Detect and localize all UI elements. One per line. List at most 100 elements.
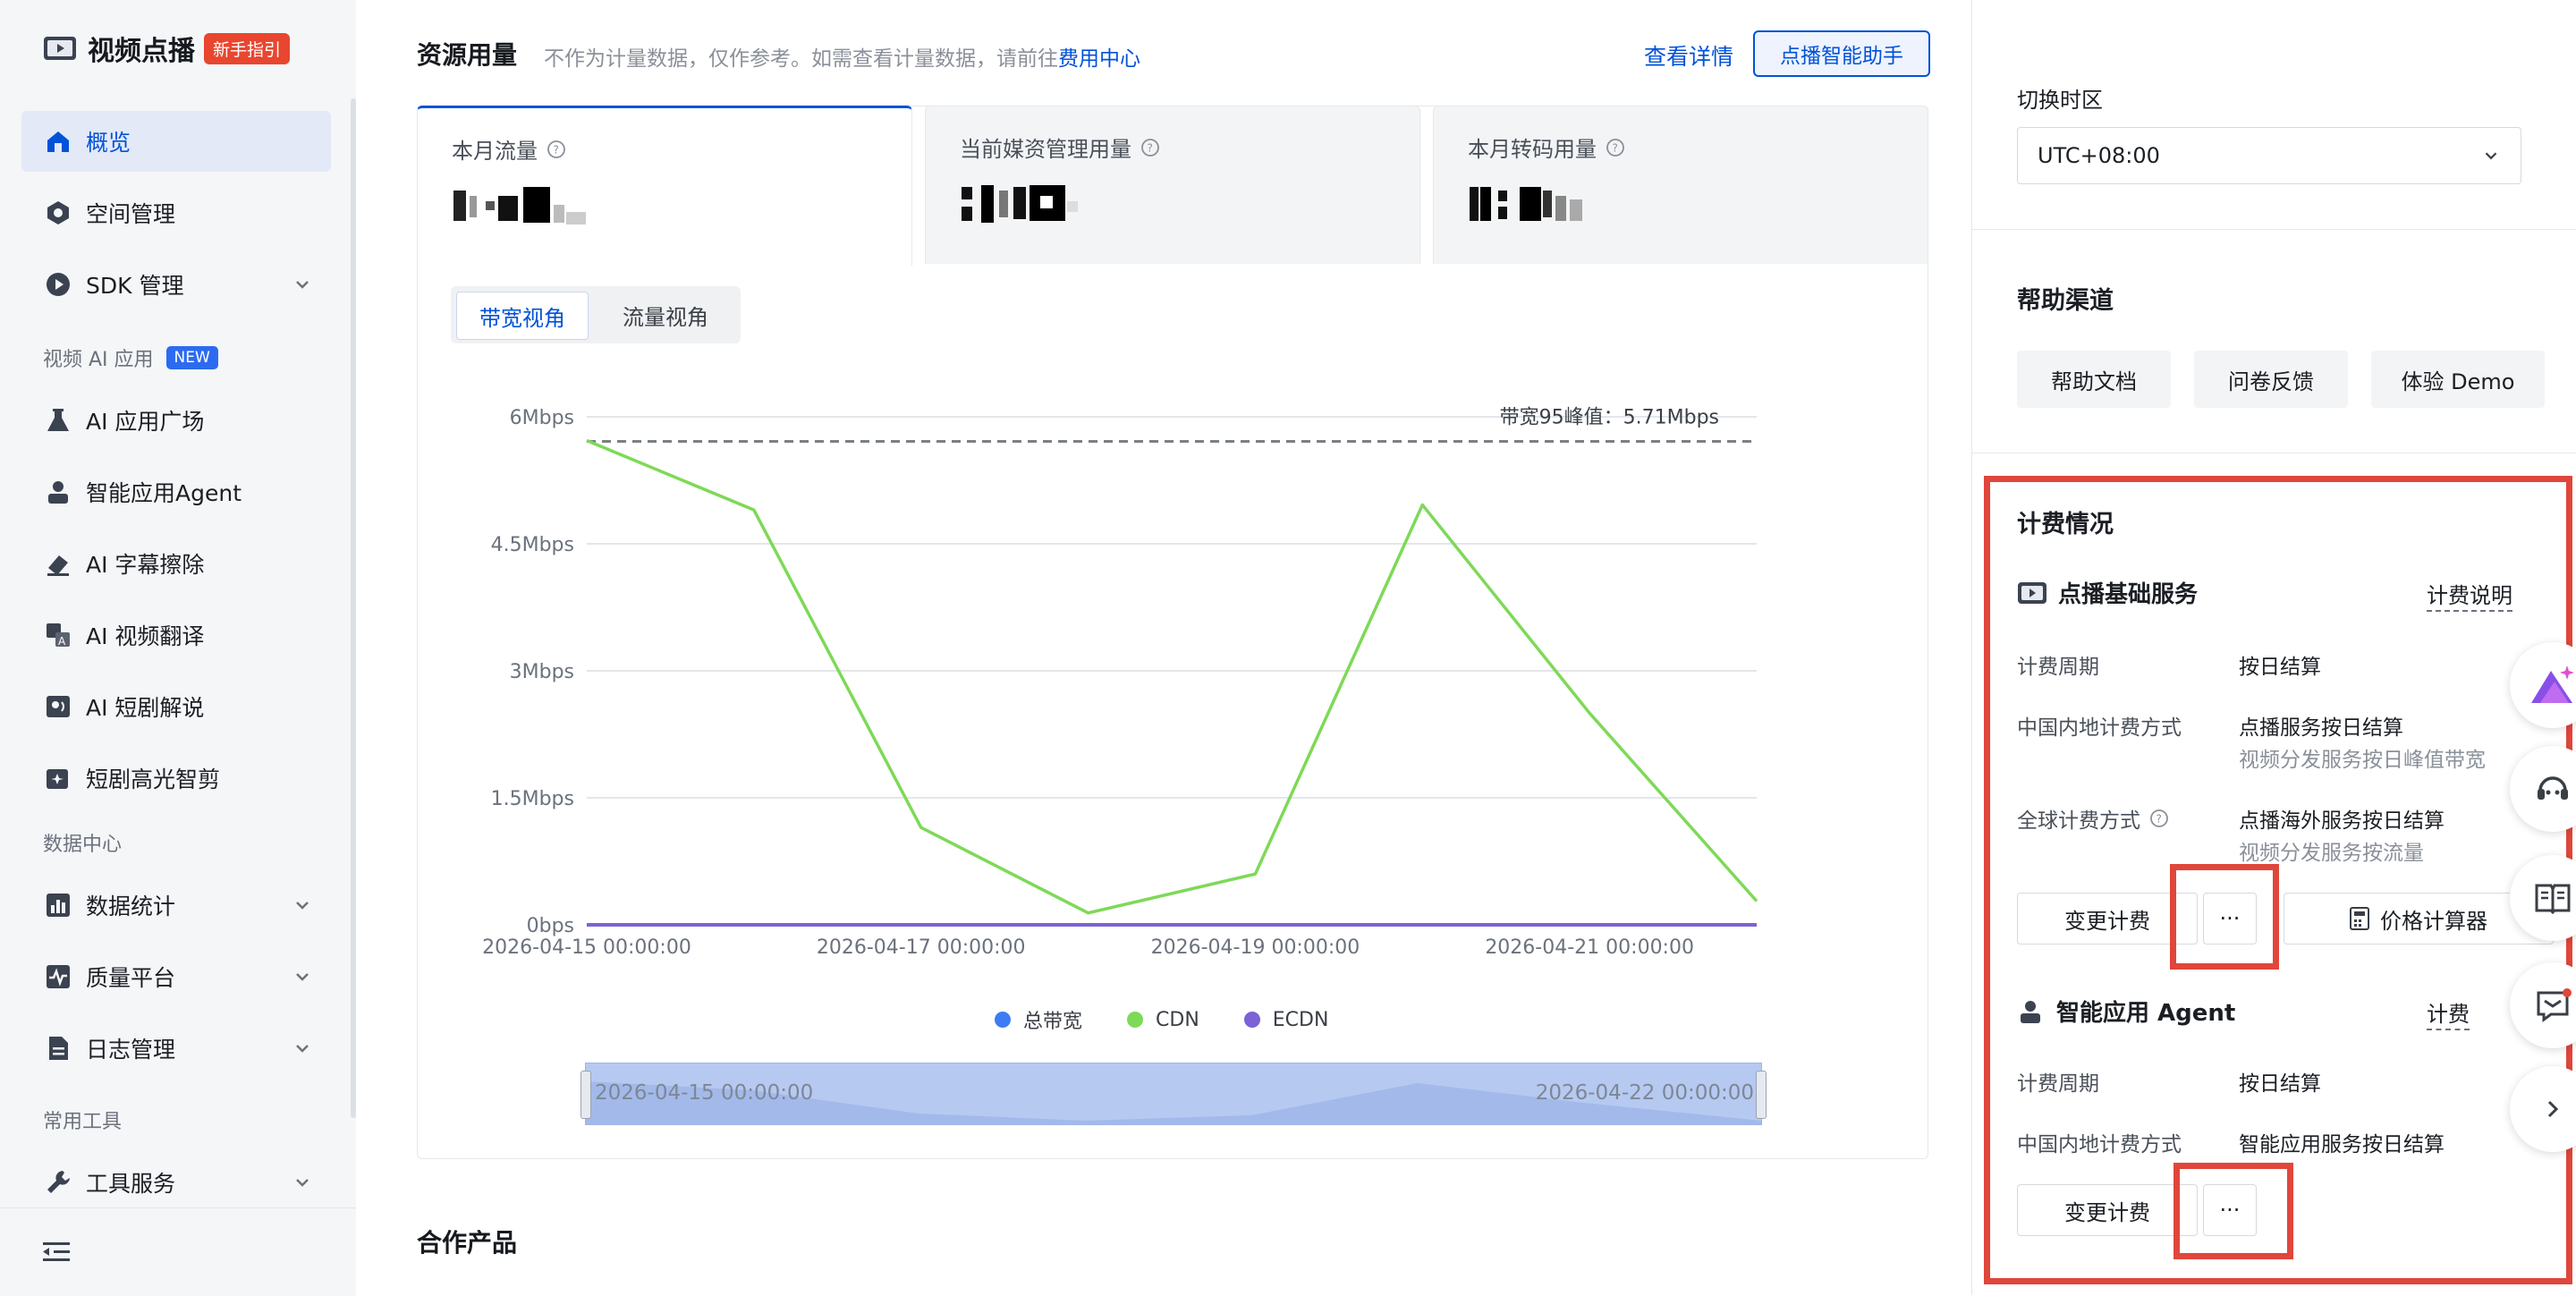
sidebar-item-tools[interactable]: 工具服务	[21, 1152, 331, 1213]
chevron-down-icon	[2485, 152, 2497, 160]
resource-note: 不作为计量数据，仅作参考。如需查看计量数据，请前往费用中心	[544, 41, 1140, 72]
legend-label-total[interactable]: 总带宽	[1023, 1005, 1082, 1034]
section-ai-apps: 视频 AI 应用 NEW	[43, 343, 218, 372]
sidebar-item-label: AI 视频翻译	[86, 623, 205, 649]
video-logo-icon	[44, 37, 76, 60]
series-line-cdn	[586, 438, 1758, 915]
narration-icon	[43, 691, 73, 722]
feedback-button[interactable]: 问卷反馈	[2194, 351, 2348, 408]
traffic-view-tab[interactable]: 流量视角	[596, 292, 735, 338]
eraser-icon	[43, 548, 73, 579]
bandwidth-view-tab[interactable]: 带宽视角	[456, 292, 589, 340]
more-button-highlight	[2174, 1163, 2293, 1259]
pulse-icon	[43, 961, 73, 992]
chart-legend: 总带宽 CDN ECDN	[995, 1005, 1328, 1034]
sidebar-item-label: 质量平台	[86, 965, 176, 991]
section-label: 数据中心	[43, 834, 123, 856]
ai-mountain-icon	[2531, 665, 2574, 703]
chevron-down-icon	[296, 1179, 309, 1187]
agent-icon	[43, 477, 73, 507]
sidebar-item-quality[interactable]: 质量平台	[21, 946, 331, 1007]
tab-label-text: 本月流量	[452, 139, 538, 164]
section-common-tools: 常用工具	[43, 1105, 122, 1134]
masked-value	[1470, 187, 1582, 221]
bar-chart-icon	[43, 890, 73, 920]
peak-95-label: 带宽95峰值：5.71Mbps	[1500, 406, 1719, 428]
help-docs-button[interactable]: 帮助文档	[2017, 351, 2171, 408]
sidebar-item-statistics[interactable]: 数据统计	[21, 875, 331, 936]
x-tick-label: 2026-04-17 00:00:00	[817, 936, 1026, 959]
assistant-button[interactable]: 点播智能助手	[1753, 30, 1930, 77]
chevron-down-icon	[296, 973, 309, 981]
legend-dot-ecdn	[1243, 1012, 1260, 1028]
zoom-slider[interactable]: 2026-04-15 00:00:00 2026-04-22 00:00:00	[580, 1063, 1767, 1125]
timezone-label: 切换时区	[2017, 88, 2103, 113]
zoom-handle-left[interactable]	[580, 1071, 591, 1119]
sidebar-item-space[interactable]: 空间管理	[21, 182, 331, 243]
sidebar-item-label: 空间管理	[86, 201, 176, 227]
tab-monthly-traffic[interactable]: 本月流量 ?	[417, 106, 912, 266]
legend-label-cdn[interactable]: CDN	[1156, 1009, 1199, 1031]
wrench-icon	[43, 1167, 73, 1198]
sidebar-item-video-translate[interactable]: A AI 视频翻译	[21, 605, 331, 665]
section-label: 视频 AI 应用	[43, 349, 154, 371]
x-tick-label: 2026-04-19 00:00:00	[1151, 936, 1360, 959]
sidebar-item-highlight-clip[interactable]: 短剧高光智剪	[21, 748, 331, 809]
book-icon	[2535, 884, 2571, 915]
tab-transcode-usage[interactable]: 本月转码用量 ?	[1433, 106, 1928, 264]
tab-label-text: 本月转码用量	[1468, 137, 1597, 162]
section-data-center: 数据中心	[43, 828, 122, 857]
resource-title: 资源用量	[417, 40, 518, 70]
help-circle-icon[interactable]: ?	[547, 140, 566, 159]
view-details-link[interactable]: 查看详情	[1644, 39, 1733, 72]
sidebar-item-logs[interactable]: 日志管理	[21, 1018, 331, 1079]
section-label: 常用工具	[43, 1111, 123, 1133]
svg-text:A: A	[58, 635, 66, 648]
home-icon	[43, 126, 73, 157]
y-tick-label: 0bps	[527, 915, 574, 937]
sidebar-item-label: 短剧高光智剪	[86, 767, 221, 792]
y-tick-label: 6Mbps	[510, 407, 574, 429]
message-icon	[2537, 988, 2572, 1022]
collapse-menu-icon[interactable]	[43, 1241, 70, 1264]
flask-icon	[43, 405, 73, 436]
sidebar-footer	[0, 1207, 356, 1296]
y-tick-label: 1.5Mbps	[491, 788, 574, 810]
sidebar-item-label: 智能应用Agent	[86, 480, 242, 506]
brand-title: 视频点播	[88, 36, 195, 67]
sidebar-item-sdk[interactable]: SDK 管理	[21, 254, 331, 315]
timezone-select[interactable]: UTC+08:00	[2017, 127, 2521, 184]
tab-media-usage[interactable]: 当前媒资管理用量 ?	[925, 106, 1420, 264]
help-circle-icon[interactable]: ?	[1140, 138, 1160, 157]
headset-icon	[2538, 776, 2568, 800]
chevron-right-icon	[2547, 1100, 2559, 1118]
svg-text:?: ?	[554, 143, 559, 156]
zoom-handle-right[interactable]	[1756, 1071, 1767, 1119]
sidebar-item-drama-narration[interactable]: AI 短剧解说	[21, 676, 331, 737]
demo-button[interactable]: 体验 Demo	[2371, 351, 2545, 408]
sidebar-item-agent[interactable]: 智能应用Agent	[21, 462, 331, 522]
legend-label-ecdn[interactable]: ECDN	[1273, 1009, 1329, 1031]
y-tick-label: 3Mbps	[510, 661, 574, 683]
chevron-down-icon	[296, 281, 309, 289]
help-circle-icon[interactable]: ?	[1606, 138, 1625, 157]
more-button-highlight	[2170, 864, 2279, 970]
resource-note-text: 不作为计量数据，仅作参考。如需查看计量数据，请前往	[544, 47, 1058, 71]
svg-text:?: ?	[1613, 141, 1618, 154]
sidebar-item-label: 数据统计	[86, 894, 176, 919]
sidebar-item-label: AI 短剧解说	[86, 695, 205, 721]
tab-label: 当前媒资管理用量 ?	[960, 131, 1160, 163]
translate-icon: A	[43, 620, 73, 650]
clip-sparkle-icon	[43, 763, 73, 793]
svg-text:?: ?	[1148, 141, 1153, 154]
sidebar-item-ai-plaza[interactable]: AI 应用广场	[21, 390, 331, 451]
sidebar-item-overview[interactable]: 概览	[21, 111, 331, 172]
legend-dot-cdn	[1127, 1012, 1144, 1028]
zoom-end-label: 2026-04-22 00:00:00	[1535, 1081, 1754, 1105]
tab-label: 本月流量 ?	[452, 133, 566, 165]
sdk-play-icon	[43, 269, 73, 300]
guide-badge[interactable]: 新手指引	[204, 32, 291, 64]
sidebar-item-subtitle-erase[interactable]: AI 字幕擦除	[21, 533, 331, 594]
billing-center-link[interactable]: 费用中心	[1058, 47, 1140, 71]
sidebar-scrollbar[interactable]	[351, 98, 356, 1118]
